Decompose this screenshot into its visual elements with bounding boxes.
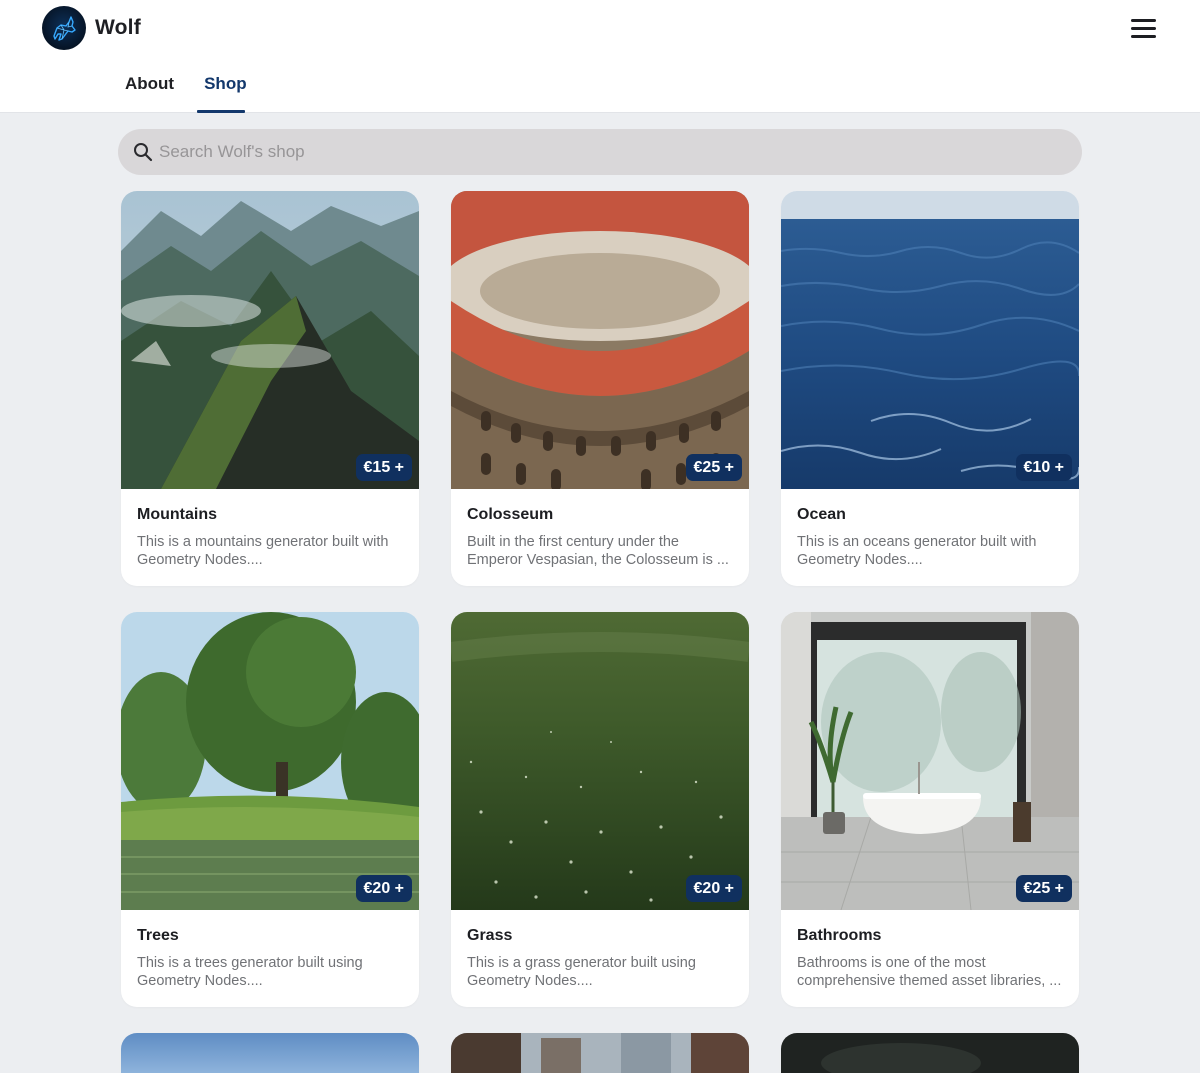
product-image-grass: €20 + (451, 612, 749, 910)
product-card-bathrooms[interactable]: €25 + Bathrooms Bathrooms is one of the … (781, 612, 1079, 1007)
product-description: This is a trees generator built using Ge… (137, 955, 363, 989)
tab-bar: About Shop (110, 62, 262, 113)
product-image (451, 1033, 749, 1073)
search-bar[interactable] (118, 129, 1082, 175)
menu-line (1131, 26, 1156, 30)
price-badge: €15 + (355, 454, 412, 481)
product-card-ocean[interactable]: €10 + Ocean This is an oceans generator … (781, 191, 1079, 586)
product-image (781, 1033, 1079, 1073)
price-badge: €25 + (1015, 875, 1072, 902)
menu-line (1131, 18, 1156, 22)
product-card-trees[interactable]: €20 + Trees This is a trees generator bu… (121, 612, 419, 1007)
search-input[interactable] (156, 142, 1082, 162)
brand-name: Wolf (95, 16, 141, 39)
product-image-bathrooms: €25 + (781, 612, 1079, 910)
product-card-grass[interactable]: €20 + Grass This is a grass generator bu… (451, 612, 749, 1007)
product-grid: €15 + Mountains This is a mountains gene… (121, 191, 1079, 1073)
active-tab-indicator (197, 110, 245, 113)
search-icon (134, 143, 153, 162)
product-title: Colosseum (467, 506, 554, 523)
product-image-trees: €20 + (121, 612, 419, 910)
product-card-partial[interactable] (451, 1033, 749, 1073)
product-description: This is an oceans generator built with G… (797, 534, 1037, 568)
product-description: Built in the first century under the Emp… (467, 534, 729, 568)
price-badge: €10 + (1015, 454, 1072, 481)
price-badge: €20 + (685, 875, 742, 902)
product-card-mountains[interactable]: €15 + Mountains This is a mountains gene… (121, 191, 419, 586)
product-description: Bathrooms is one of the most comprehensi… (797, 955, 1062, 989)
product-card-colosseum[interactable]: €25 + Colosseum Built in the first centu… (451, 191, 749, 586)
product-title: Trees (137, 927, 179, 944)
product-card-partial[interactable] (781, 1033, 1079, 1073)
product-title: Bathrooms (797, 927, 882, 944)
price-badge: €20 + (355, 875, 412, 902)
tab-about[interactable]: About (110, 62, 189, 113)
product-image-ocean: €10 + (781, 191, 1079, 489)
product-description: This is a mountains generator built with… (137, 534, 389, 568)
wolf-logo-icon (42, 6, 86, 50)
product-image-mountains: €15 + (121, 191, 419, 489)
menu-line (1131, 34, 1156, 38)
product-card-partial[interactable] (121, 1033, 419, 1073)
product-title: Ocean (797, 506, 846, 523)
product-title: Grass (467, 927, 513, 944)
product-title: Mountains (137, 506, 217, 523)
hamburger-menu-icon[interactable] (1129, 16, 1157, 40)
tab-shop[interactable]: Shop (189, 62, 262, 113)
product-image-colosseum: €25 + (451, 191, 749, 489)
brand[interactable]: Wolf (42, 6, 141, 50)
price-badge: €25 + (685, 454, 742, 481)
top-bar: Wolf About Shop (0, 0, 1200, 113)
product-image (121, 1033, 419, 1073)
product-description: This is a grass generator built using Ge… (467, 955, 696, 989)
